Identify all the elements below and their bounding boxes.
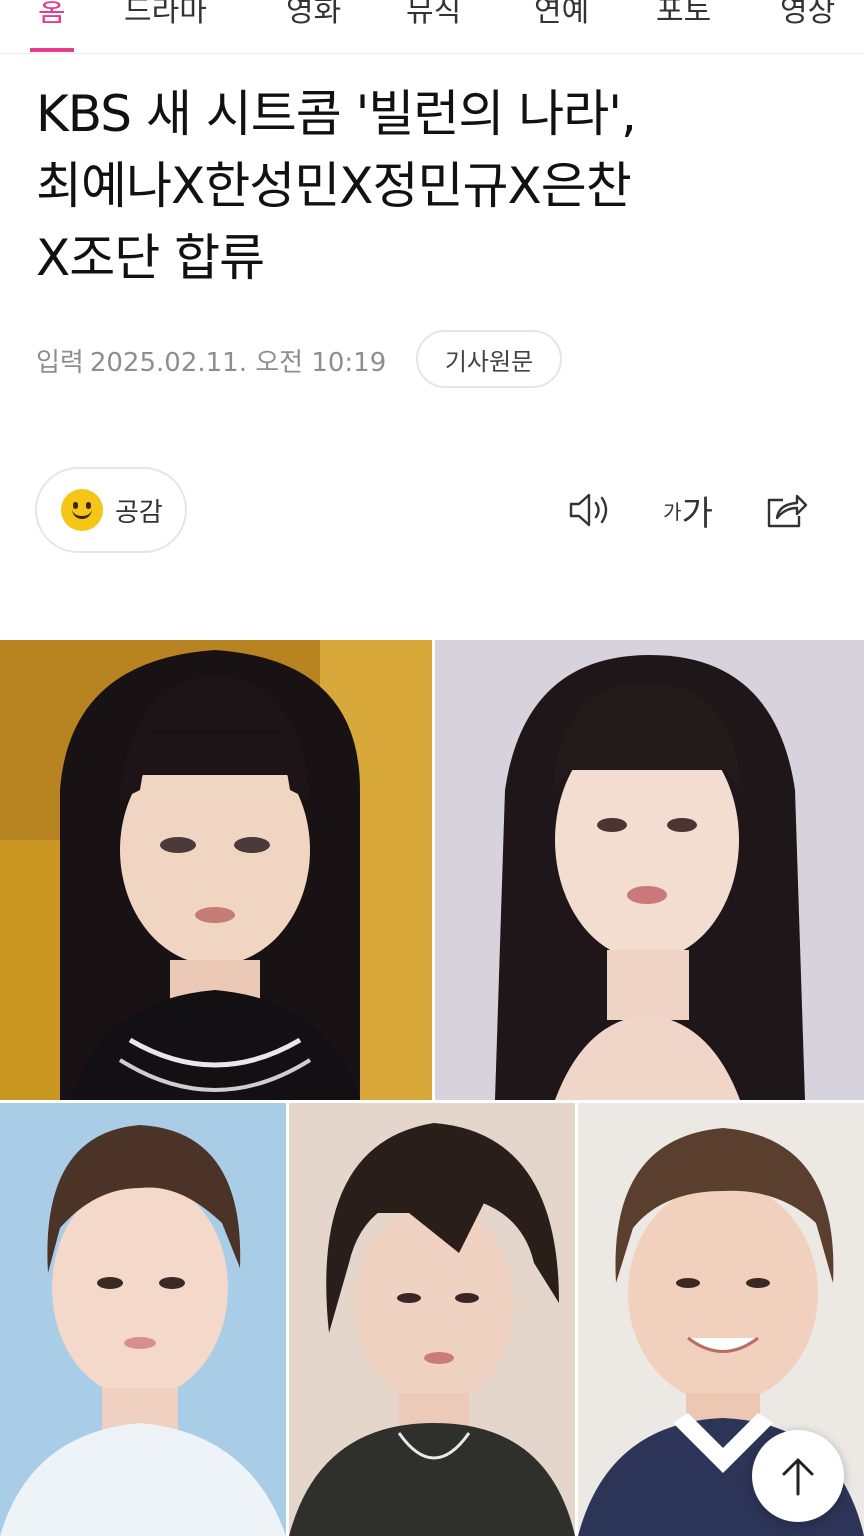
tab-home[interactable]: 홈 (38, 0, 66, 30)
original-article-button[interactable]: 기사원문 (416, 330, 562, 388)
active-tab-indicator (30, 48, 74, 52)
speaker-icon[interactable] (564, 488, 614, 532)
tab-movie[interactable]: 영화 (286, 0, 341, 30)
font-size-button[interactable]: 가가 (660, 488, 716, 534)
tab-drama[interactable]: 드라마 (124, 0, 207, 30)
article-headline: KBS 새 시트콤 '빌런의 나라', 최예나X한성민X정민규X은찬 X조단 합… (36, 78, 836, 294)
tab-music[interactable]: 뮤직 (406, 0, 461, 30)
tab-photo[interactable]: 포토 (656, 0, 711, 30)
publish-date: 2025.02.11. 오전 10:19 (89, 347, 387, 378)
arrow-up-icon (782, 1458, 814, 1496)
font-size-big-label: 가 (681, 493, 713, 534)
tab-entertainment[interactable]: 연예 (534, 0, 589, 30)
scroll-to-top-button[interactable] (752, 1430, 844, 1522)
headline-line-2: 최예나X한성민X정민규X은찬 (36, 157, 632, 215)
share-icon[interactable] (762, 488, 810, 532)
empathy-button[interactable]: 공감 (35, 467, 187, 553)
empathy-label: 공감 (115, 497, 163, 528)
article-meta: 입력 2025.02.11. 오전 10:19 (36, 340, 386, 380)
photo-2 (435, 640, 864, 1100)
headline-line-1: KBS 새 시트콤 '빌런의 나라', (36, 85, 637, 143)
headline-line-3: X조단 합류 (36, 229, 265, 287)
font-size-small-label: 가 (663, 499, 682, 524)
date-prefix: 입력 (36, 347, 84, 378)
tab-video[interactable]: 영상 (780, 0, 835, 30)
photo-3 (0, 1103, 286, 1536)
photo-4 (289, 1103, 575, 1536)
photo-1 (0, 640, 432, 1100)
category-nav: 홈 드라마 영화 뮤직 연예 포토 영상 (0, 0, 864, 54)
smile-emoji-icon (61, 489, 103, 531)
